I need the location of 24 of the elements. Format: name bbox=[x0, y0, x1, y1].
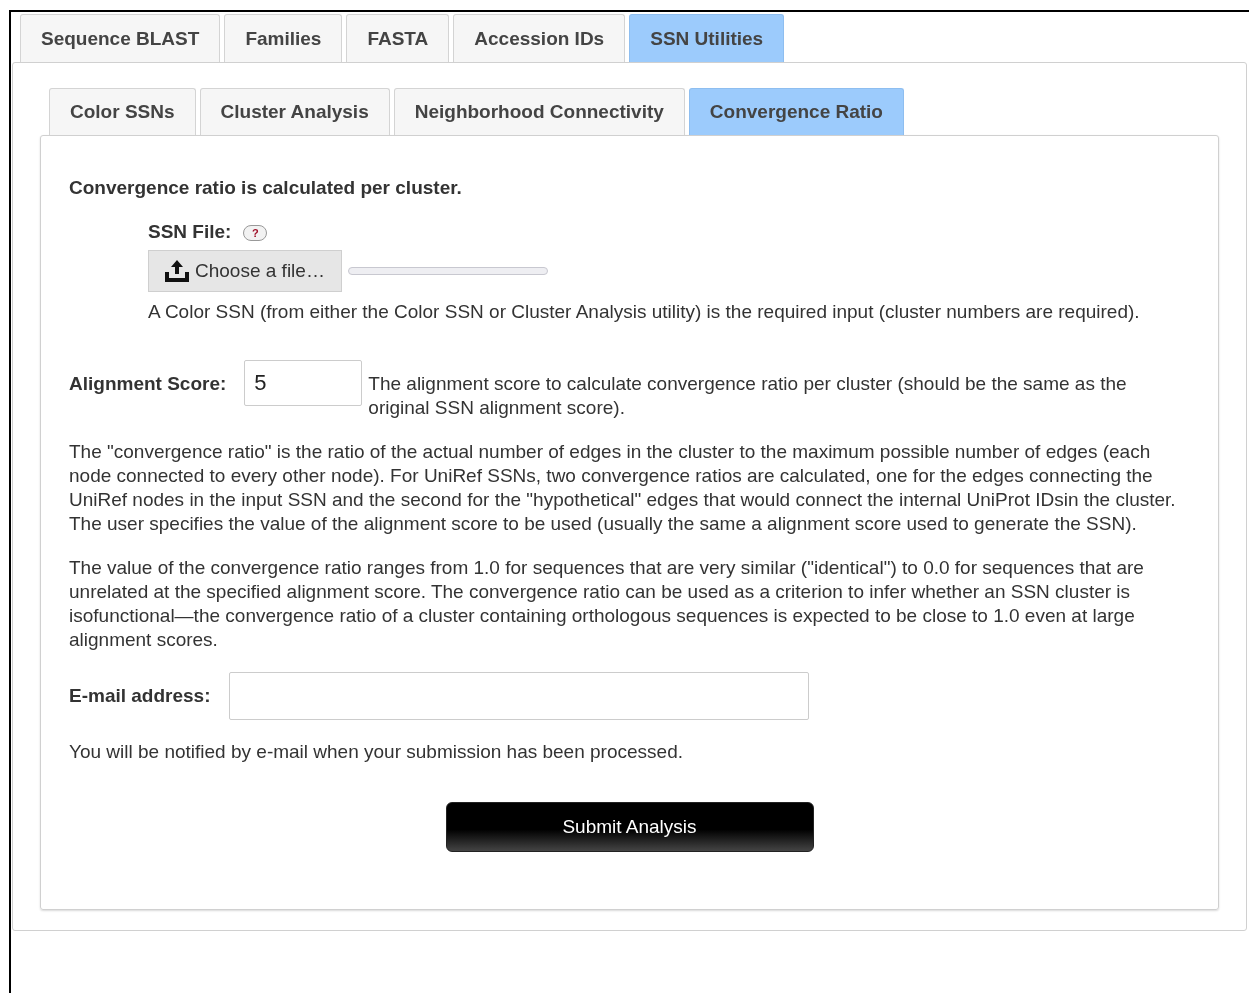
main-tab[interactable]: Families bbox=[224, 14, 343, 62]
alignment-score-description: The alignment score to calculate convergence ratio per cluster (should be the same as the original SSN alignment score). bbox=[368, 372, 1128, 420]
sub-tab[interactable]: Color SSNs bbox=[49, 88, 196, 135]
main-tab[interactable]: Accession IDs bbox=[453, 14, 626, 62]
email-label: E-mail address: bbox=[69, 684, 211, 708]
help-button[interactable]: ? bbox=[243, 225, 268, 241]
main-tab[interactable]: SSN Utilities bbox=[629, 14, 785, 62]
choose-file-button[interactable]: Choose a file… bbox=[148, 250, 342, 292]
sub-tab[interactable]: Cluster Analysis bbox=[199, 88, 390, 135]
main-tab[interactable]: FASTA bbox=[346, 14, 450, 62]
section-heading: Convergence ratio is calculated per cluster. bbox=[69, 176, 463, 200]
upload-icon bbox=[165, 260, 189, 282]
email-note: You will be notified by e-mail when your submission has been processed. bbox=[69, 740, 684, 764]
info-paragraph: The value of the convergence ratio ranges from 1.0 for sequences that are very similar ("identical") to 0.0 for sequences that are unrelated at the specified alignment score. The convergence ratio can be used as a criterion to infer whether an SSN cluster is isofunctional—the convergence ratio of a cluster containing orthologous sequences is expected to be close to 1.0 even at large alignment scores. bbox=[69, 556, 1145, 652]
ssn-file-description: A Color SSN (from either the Color SSN or Cluster Analysis utility) is the required input (cluster numbers are required). bbox=[148, 300, 1141, 324]
sub-tab[interactable]: Convergence Ratio bbox=[688, 88, 904, 135]
info-paragraph: The "convergence ratio" is the ratio of the actual number of edges in the cluster to the maximum possible number of edges (each node connected to every other node). For UniRef SSNs, two convergence ratios are calculated, one for the edges connecting the UniRef nodes in the input SSN and the second for the "hypothetical" edges that would connect the internal UniProt IDsin the cluster. The user specifies the value of the alignment score to be used (usually the same a alignment score used to generate the SSN). bbox=[69, 440, 1177, 536]
alignment-score-input[interactable]: 5 bbox=[244, 360, 363, 406]
ssn-file-label: SSN File: bbox=[148, 221, 232, 242]
email-input[interactable] bbox=[228, 672, 809, 720]
sub-tab[interactable]: Neighborhood Connectivity bbox=[393, 88, 685, 135]
submit-button[interactable]: Submit Analysis bbox=[445, 802, 814, 852]
main-tab[interactable]: Sequence BLAST bbox=[20, 14, 221, 62]
alignment-score-label: Alignment Score: bbox=[69, 372, 227, 396]
